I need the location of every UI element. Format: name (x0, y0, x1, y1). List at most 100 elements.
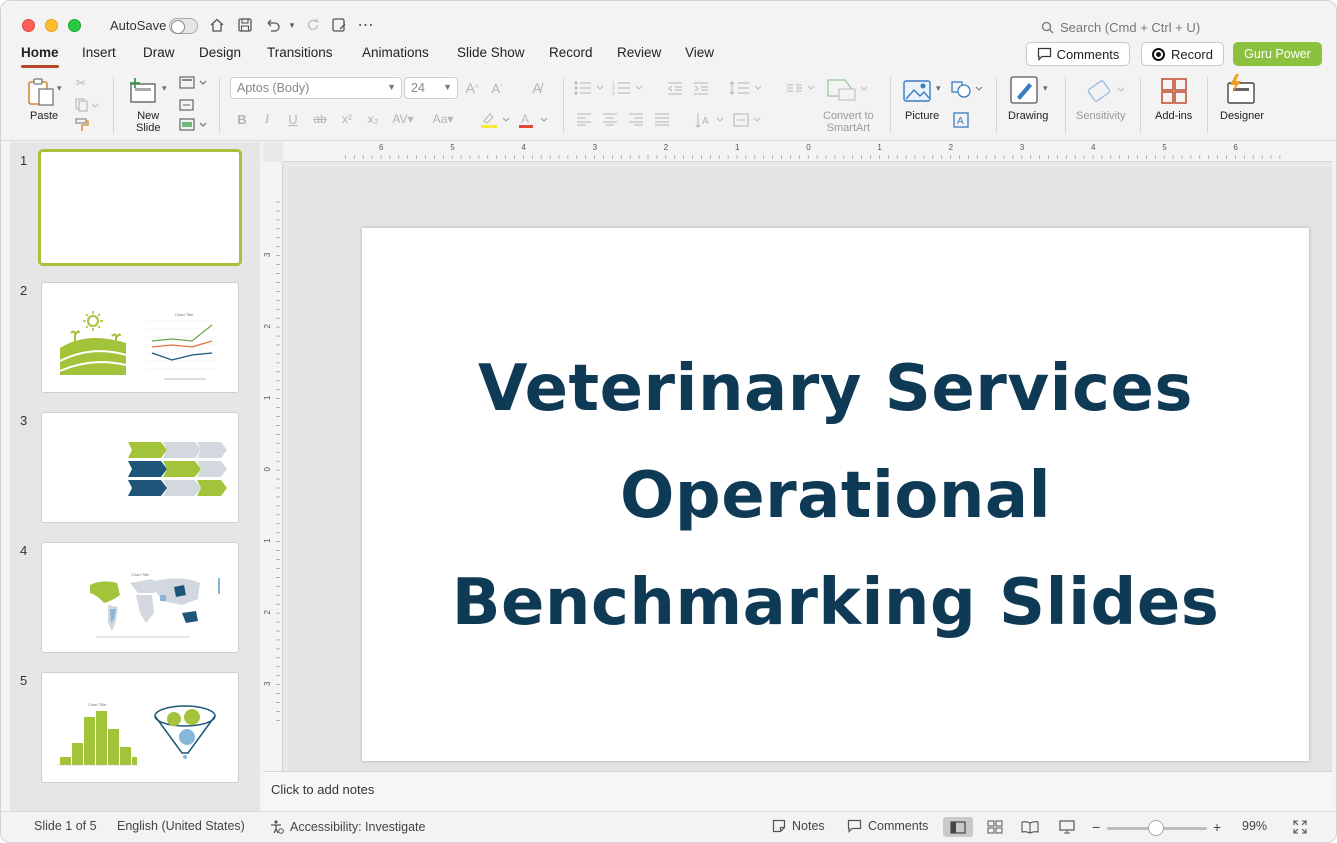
notes-toggle-button[interactable]: Notes (772, 819, 825, 833)
cut-icon: ✂ (75, 76, 87, 90)
record-button[interactable]: Record (1141, 42, 1224, 66)
slide-canvas: Veterinary Services Operational Benchmar… (288, 167, 1332, 771)
language-indicator[interactable]: English (United States) (117, 819, 245, 833)
autosave-toggle[interactable] (169, 18, 198, 34)
slide-thumbnail-4[interactable]: Chart Title (41, 542, 239, 653)
home-icon[interactable] (207, 15, 227, 35)
undo-icon[interactable] (263, 15, 283, 35)
drawing-icon[interactable] (1008, 75, 1042, 107)
maximize-window-button[interactable] (68, 19, 81, 32)
picture-icon[interactable] (901, 77, 933, 105)
search-placeholder: Search (Cmd + Ctrl + U) (1060, 19, 1201, 35)
ruler-label: 4 (521, 143, 526, 152)
designer-label: Designer (1220, 110, 1265, 122)
thumbnail-5-graphic: Chart Title (57, 702, 216, 766)
slide-thumbnail-3[interactable] (41, 412, 239, 523)
tab-insert[interactable]: Insert (82, 45, 116, 60)
format-painter-icon[interactable] (73, 117, 91, 133)
zoom-in-icon[interactable]: + (1213, 819, 1221, 835)
font-color-icon[interactable]: A (517, 111, 551, 129)
layout-icon[interactable] (178, 75, 208, 91)
drawing-dropdown-chevron-icon[interactable]: ▾ (1043, 83, 1048, 94)
slide-sorter-button[interactable] (980, 817, 1010, 837)
horizontal-ruler[interactable]: 6 5 4 3 2 1 0 1 2 3 4 5 6 (283, 142, 1332, 162)
tab-design[interactable]: Design (199, 45, 241, 60)
drawing-label: Drawing (1008, 110, 1049, 122)
fit-to-window-button[interactable] (1285, 817, 1315, 837)
slide-count: Slide 1 of 5 (34, 819, 97, 833)
slide-thumbnail-1[interactable] (38, 149, 242, 266)
thumbnail-number: 3 (20, 413, 28, 428)
slide-title-line-1: Veterinary Services (478, 352, 1193, 426)
slide-title[interactable]: Veterinary Services Operational Benchmar… (362, 336, 1309, 657)
tab-review[interactable]: Review (617, 45, 661, 60)
zoom-out-icon[interactable]: − (1092, 819, 1100, 835)
undo-dropdown-chevron-icon[interactable]: ▾ (282, 15, 302, 35)
ruler-label: 4 (1091, 143, 1096, 152)
ruler-label: 1 (263, 395, 272, 400)
slide-thumbnail-2[interactable]: Chart Title (41, 282, 239, 393)
strikethrough-icon: ab (313, 112, 327, 126)
paste-icon[interactable] (24, 75, 58, 109)
convert-smartart-label: Convert to SmartArt (823, 110, 874, 134)
status-bar: Slide 1 of 5 English (United States) Acc… (1, 811, 1336, 842)
slide-show-button[interactable] (1052, 817, 1082, 837)
add-ins-icon[interactable] (1158, 75, 1190, 107)
font-size-select[interactable]: 24 ▼ (404, 77, 458, 99)
tab-home[interactable]: Home (21, 45, 59, 68)
comments-toggle-button[interactable]: Comments (847, 819, 928, 833)
more-options-icon[interactable]: ⋯ (356, 15, 376, 35)
reset-slide-icon[interactable] (178, 96, 194, 112)
chevron-down-icon: ▼ (443, 82, 452, 92)
highlight-color-icon[interactable] (479, 111, 513, 129)
accessibility-button[interactable]: Accessibility: Investigate (269, 819, 425, 834)
shapes-icon[interactable] (950, 79, 984, 99)
new-slide-dropdown-chevron-icon[interactable]: ▾ (162, 83, 167, 94)
tab-record[interactable]: Record (549, 45, 593, 60)
vertical-ruler[interactable]: 3 2 1 0 1 2 3 (263, 162, 283, 771)
increase-indent-icon (692, 79, 710, 97)
ribbon-separator (1207, 77, 1208, 133)
designer-icon[interactable] (1223, 73, 1259, 107)
slide-thumbnail-5[interactable]: Chart Title (41, 672, 239, 783)
current-slide[interactable]: Veterinary Services Operational Benchmar… (362, 228, 1309, 761)
zoom-slider-handle[interactable] (1148, 820, 1164, 836)
save-icon[interactable] (235, 15, 255, 35)
search-box[interactable]: Search (Cmd + Ctrl + U) (1041, 17, 1231, 37)
ribbon-home: ▾ Paste ✂ ▾ New Slide Aptos (Body) ▼ 24 … (1, 69, 1336, 141)
normal-view-button[interactable] (943, 817, 973, 837)
tab-transitions[interactable]: Transitions (267, 45, 333, 60)
picture-dropdown-chevron-icon[interactable]: ▾ (936, 83, 941, 94)
ruler-label: 3 (593, 143, 598, 152)
slide-show-icon (1059, 820, 1075, 834)
comments-button[interactable]: Comments (1026, 42, 1130, 66)
new-slide-icon[interactable] (127, 75, 159, 107)
slide-sorter-icon (987, 820, 1003, 834)
subscript-icon: x₂ (367, 112, 379, 126)
font-name-select[interactable]: Aptos (Body) ▼ (230, 77, 402, 99)
paste-dropdown-chevron-icon[interactable]: ▾ (57, 83, 62, 94)
tab-animations[interactable]: Animations (362, 45, 429, 60)
svg-text:A: A (521, 112, 529, 126)
zoom-level[interactable]: 99% (1242, 819, 1267, 833)
minimize-window-button[interactable] (45, 19, 58, 32)
reading-view-button[interactable] (1015, 817, 1045, 837)
text-box-icon[interactable]: A (952, 111, 970, 129)
svg-text:A: A (702, 116, 709, 127)
ruler-label: 1 (877, 143, 882, 152)
svg-text:3: 3 (612, 91, 615, 96)
section-icon[interactable] (178, 117, 208, 133)
notes-pane[interactable]: Click to add notes (263, 771, 1332, 811)
line-spacing-icon (729, 79, 765, 97)
customize-toolbar-icon[interactable] (329, 15, 349, 35)
comment-icon (847, 819, 862, 833)
tab-view[interactable]: View (685, 45, 714, 60)
bold-icon: B (237, 111, 247, 127)
tab-draw[interactable]: Draw (143, 45, 175, 60)
guru-power-button[interactable]: Guru Power (1233, 42, 1322, 66)
ribbon-separator (1140, 77, 1141, 133)
tab-slide-show[interactable]: Slide Show (457, 45, 525, 60)
close-window-button[interactable] (22, 19, 35, 32)
copy-icon (73, 97, 101, 113)
fit-to-window-icon (1293, 820, 1307, 834)
